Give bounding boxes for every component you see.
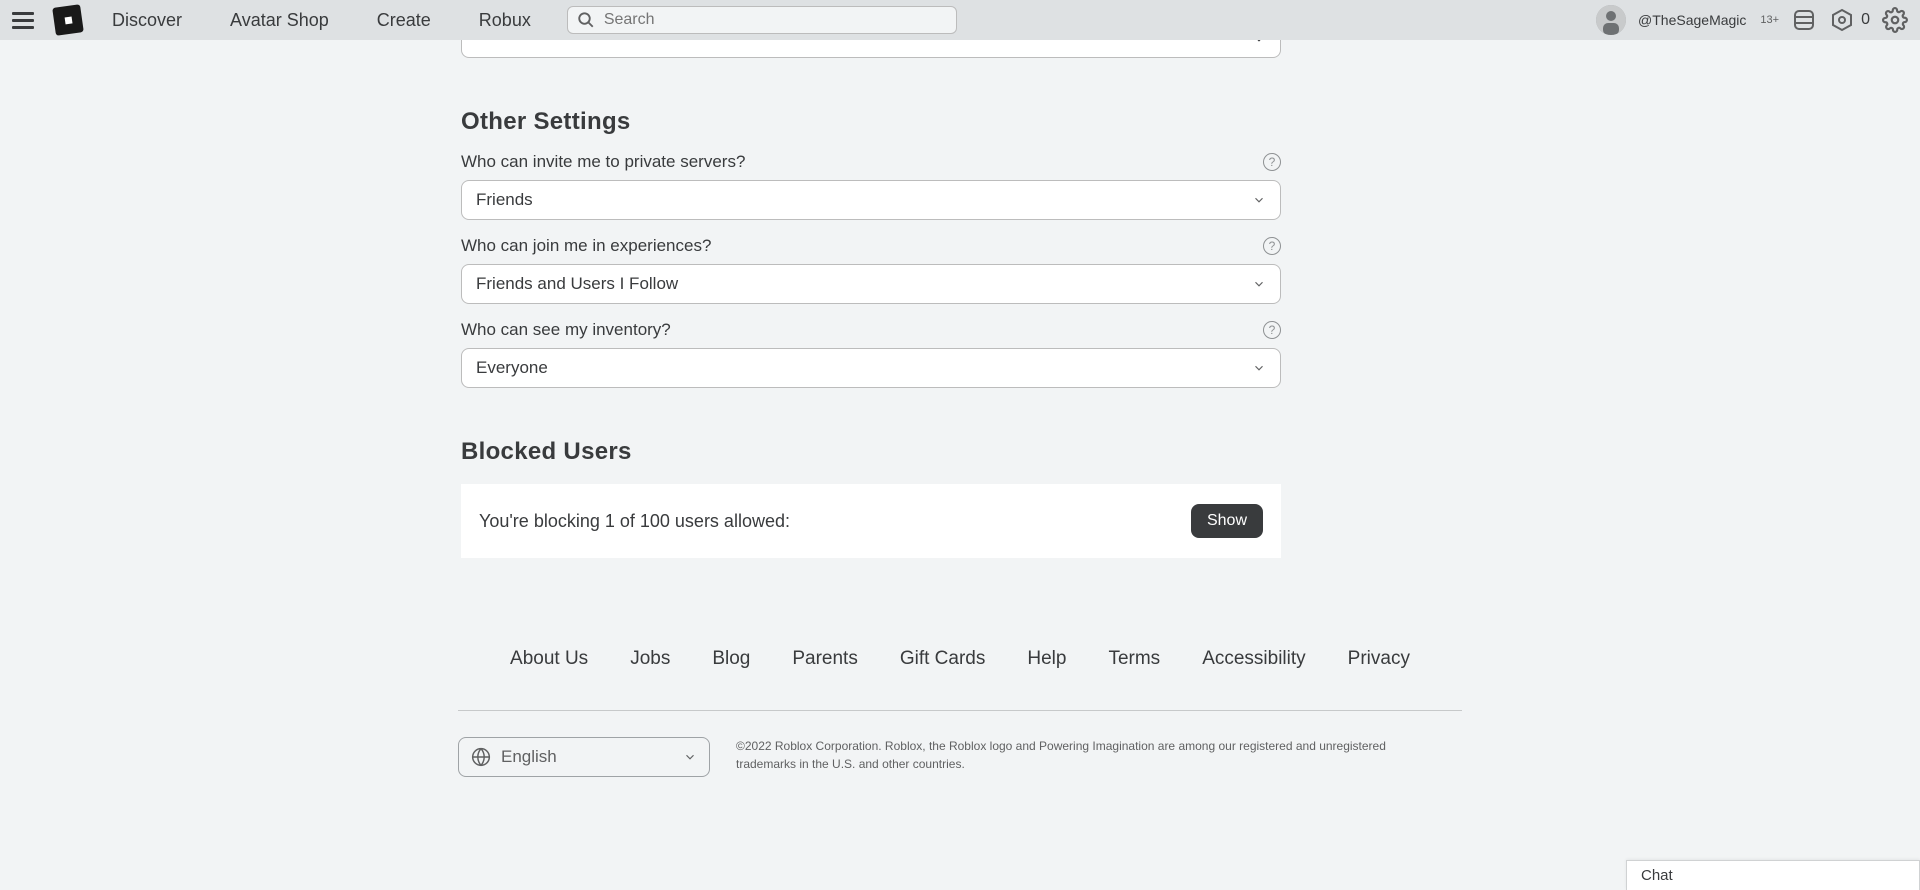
chevron-down-icon [1252, 193, 1266, 207]
footer-blog[interactable]: Blog [712, 648, 750, 670]
footer-jobs[interactable]: Jobs [630, 648, 670, 670]
nav-discover[interactable]: Discover [112, 10, 182, 31]
search-icon [577, 11, 595, 29]
setting-label-join: Who can join me in experiences? ? [461, 236, 1281, 256]
dropdown-join[interactable]: Friends and Users I Follow [461, 264, 1281, 304]
notifications-icon[interactable] [1791, 7, 1817, 33]
footer-about-us[interactable]: About Us [510, 648, 588, 670]
nav-robux[interactable]: Robux [479, 10, 531, 31]
blocked-users-title: Blocked Users [461, 438, 1281, 466]
blocked-users-text: You're blocking 1 of 100 users allowed: [479, 511, 790, 532]
footer-divider [458, 710, 1462, 711]
dropdown-value: Friends [476, 190, 533, 210]
nav-create[interactable]: Create [377, 10, 431, 31]
robux-count: 0 [1861, 11, 1870, 29]
footer-help[interactable]: Help [1027, 648, 1066, 670]
settings-gear-icon[interactable] [1882, 7, 1908, 33]
cutoff-dropdown[interactable]: Everyone [461, 40, 1281, 58]
setting-label-inventory: Who can see my inventory? ? [461, 320, 1281, 340]
footer-bottom: English ©2022 Roblox Corporation. Roblox… [458, 737, 1462, 777]
show-blocked-button[interactable]: Show [1191, 504, 1263, 538]
main-content: Everyone Other Settings Who can invite m… [0, 0, 1920, 777]
setting-label-text: Who can see my inventory? [461, 320, 671, 340]
language-value: English [501, 747, 557, 767]
chat-tab[interactable]: Chat [1626, 860, 1920, 890]
footer-terms[interactable]: Terms [1108, 648, 1160, 670]
robux-icon[interactable] [1829, 7, 1855, 33]
chevron-down-icon [1252, 361, 1266, 375]
footer-privacy[interactable]: Privacy [1348, 648, 1410, 670]
chevron-down-icon [1252, 277, 1266, 291]
help-icon[interactable]: ? [1263, 153, 1281, 171]
header-right: @TheSageMagic 13+ 0 [1596, 5, 1908, 35]
setting-label-text: Who can join me in experiences? [461, 236, 711, 256]
setting-label-invite: Who can invite me to private servers? ? [461, 152, 1281, 172]
hamburger-menu-icon[interactable] [12, 6, 40, 34]
search-input[interactable] [567, 6, 957, 34]
globe-icon [471, 747, 491, 767]
nav-avatar-shop[interactable]: Avatar Shop [230, 10, 329, 31]
footer-links: About Us Jobs Blog Parents Gift Cards He… [458, 648, 1462, 710]
other-settings-title: Other Settings [461, 108, 1281, 136]
username-label[interactable]: @TheSageMagic [1638, 12, 1746, 28]
search-wrap [567, 6, 957, 34]
roblox-logo-icon[interactable] [52, 4, 84, 36]
top-header: Discover Avatar Shop Create Robux @TheSa… [0, 0, 1920, 40]
chevron-down-icon [683, 750, 697, 764]
language-select[interactable]: English [458, 737, 710, 777]
copyright-text: ©2022 Roblox Corporation. Roblox, the Ro… [736, 737, 1416, 773]
dropdown-value: Friends and Users I Follow [476, 274, 678, 294]
avatar[interactable] [1596, 5, 1626, 35]
dropdown-value: Everyone [476, 358, 548, 378]
footer-parents[interactable]: Parents [792, 648, 857, 670]
setting-label-text: Who can invite me to private servers? [461, 152, 745, 172]
footer-accessibility[interactable]: Accessibility [1202, 648, 1305, 670]
footer-gift-cards[interactable]: Gift Cards [900, 648, 986, 670]
chat-label: Chat [1641, 867, 1673, 884]
dropdown-inventory[interactable]: Everyone [461, 348, 1281, 388]
help-icon[interactable]: ? [1263, 321, 1281, 339]
avatar-image-icon [1596, 5, 1626, 35]
dropdown-invite[interactable]: Friends [461, 180, 1281, 220]
chevron-down-icon [1252, 40, 1266, 46]
help-icon[interactable]: ? [1263, 237, 1281, 255]
nav-links: Discover Avatar Shop Create Robux [112, 10, 531, 31]
age-tag: 13+ [1760, 14, 1779, 26]
footer: About Us Jobs Blog Parents Gift Cards He… [458, 648, 1462, 777]
blocked-users-card: You're blocking 1 of 100 users allowed: … [461, 484, 1281, 558]
